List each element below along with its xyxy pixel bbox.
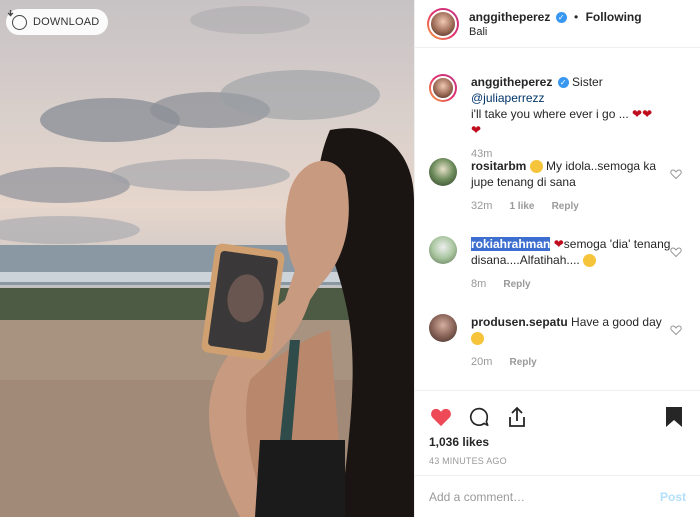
posted-time: 43 MINUTES AGO [429, 456, 507, 466]
following-button[interactable]: Following [586, 10, 642, 24]
comments-list[interactable]: anggitheperez ✓ Sister @juliaperrezz i'l… [415, 60, 700, 390]
caption-text-line2: i'll take you where ever i go ... [471, 107, 629, 121]
comment-time: 8m [471, 278, 487, 290]
comment-text: Have a good day [571, 315, 662, 329]
comment-item: rositarbm My idola..semoga ka jupe tenan… [429, 158, 686, 212]
reply-button[interactable]: Reply [503, 279, 530, 290]
comment-input[interactable]: Add a comment… [429, 490, 660, 504]
share-icon[interactable] [505, 405, 529, 429]
verified-icon: ✓ [557, 77, 569, 89]
crying-emoji [529, 160, 543, 174]
heart-emoji: ❤ [471, 123, 482, 137]
bookmark-icon[interactable] [662, 405, 686, 429]
comment-item: produsen.sepatu Have a good day 20m Repl… [429, 314, 686, 368]
comment-time: 32m [471, 200, 493, 212]
like-comment-icon[interactable] [670, 324, 682, 336]
heart-emoji: ❤ [553, 237, 564, 251]
commenter-avatar[interactable] [429, 236, 457, 264]
download-icon [7, 10, 27, 30]
like-comment-icon[interactable] [670, 246, 682, 258]
author-username[interactable]: anggitheperez [469, 10, 550, 24]
verified-icon: ✓ [555, 11, 567, 23]
comment-item: rokiahrahman ❤semoga 'dia' tenang disana… [429, 236, 686, 290]
commenter-username[interactable]: rositarbm [471, 159, 526, 173]
like-comment-icon[interactable] [670, 168, 682, 180]
post-photo[interactable]: DOWNLOAD [0, 0, 414, 517]
reply-button[interactable]: Reply [509, 357, 536, 368]
separator-dot: • [574, 9, 579, 24]
comment-time: 20m [471, 356, 493, 368]
post-panel: anggitheperez ✓ • Following Bali anggith… [414, 0, 700, 517]
commenter-username[interactable]: rokiahrahman [471, 237, 551, 251]
add-comment-bar: Add a comment… Post [415, 475, 700, 517]
location-link[interactable]: Bali [469, 26, 642, 38]
reply-button[interactable]: Reply [552, 201, 579, 212]
caption: anggitheperez ✓ Sister @juliaperrezz i'l… [429, 74, 686, 160]
post-header: anggitheperez ✓ • Following Bali [415, 0, 700, 48]
commenter-username[interactable]: produsen.sepatu [471, 315, 568, 329]
mention-link[interactable]: @juliaperrezz [471, 91, 545, 105]
sad-emoji [583, 254, 597, 268]
post-button[interactable]: Post [660, 490, 686, 504]
caption-avatar[interactable] [429, 74, 457, 102]
photo-scene [0, 6, 414, 517]
heart-emoji: ❤❤ [632, 107, 653, 121]
caption-text: Sister [572, 75, 603, 89]
likes-count[interactable]: 1,036 likes [429, 435, 686, 449]
commenter-avatar[interactable] [429, 314, 457, 342]
caption-username[interactable]: anggitheperez [471, 75, 552, 89]
post-actions: 1,036 likes 43 MINUTES AGO [415, 390, 700, 466]
comment-icon[interactable] [467, 405, 491, 429]
smile-emoji [471, 332, 484, 346]
commenter-avatar[interactable] [429, 158, 457, 186]
download-label: DOWNLOAD [33, 16, 100, 28]
comment-likes[interactable]: 1 like [509, 201, 534, 212]
author-avatar[interactable] [427, 7, 459, 40]
download-button[interactable]: DOWNLOAD [6, 9, 109, 35]
like-heart-icon[interactable] [429, 405, 453, 429]
